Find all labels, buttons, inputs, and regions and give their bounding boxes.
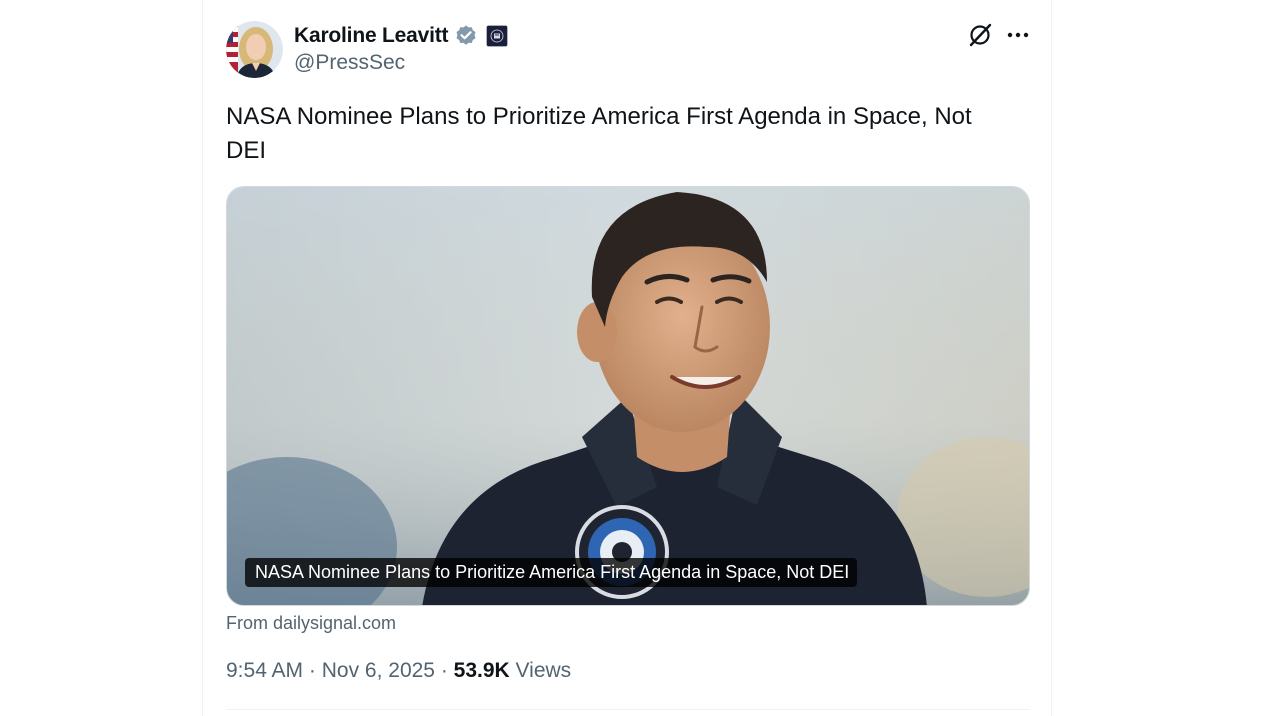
more-horizontal-icon[interactable] bbox=[1003, 20, 1033, 50]
verified-badge-icon[interactable] bbox=[454, 24, 478, 48]
tweet-text: NASA Nominee Plans to Prioritize America… bbox=[226, 103, 972, 164]
author-handle[interactable]: @PressSec bbox=[294, 51, 405, 75]
tweet-date[interactable]: Nov 6, 2025 bbox=[322, 659, 435, 683]
author-avatar[interactable] bbox=[226, 21, 283, 78]
author-display-name[interactable]: Karoline Leavitt bbox=[294, 24, 449, 48]
author-name-row: Karoline Leavitt bbox=[294, 21, 509, 51]
views-label: Views bbox=[509, 659, 572, 682]
tweet-card: Karoline Leavitt @PressSec NASA Nominee … bbox=[202, 0, 1052, 716]
meta-separator: · bbox=[303, 659, 322, 682]
avatar-image bbox=[226, 21, 283, 78]
divider bbox=[226, 709, 1030, 710]
meta-separator: · bbox=[434, 659, 454, 682]
government-affiliation-icon[interactable] bbox=[486, 25, 509, 47]
source-link[interactable]: From dailysignal.com bbox=[226, 613, 396, 634]
views-count: 53.9K bbox=[453, 659, 510, 682]
tweet-meta: 9:54 AM · Nov 6, 2025 · 53.9K Views bbox=[226, 659, 571, 683]
preview-image bbox=[227, 187, 1029, 605]
grok-icon[interactable] bbox=[965, 20, 995, 50]
link-preview-card[interactable]: NASA Nominee Plans to Prioritize America… bbox=[226, 186, 1030, 606]
tweet-time[interactable]: 9:54 AM bbox=[226, 659, 303, 683]
preview-caption: NASA Nominee Plans to Prioritize America… bbox=[245, 558, 858, 587]
